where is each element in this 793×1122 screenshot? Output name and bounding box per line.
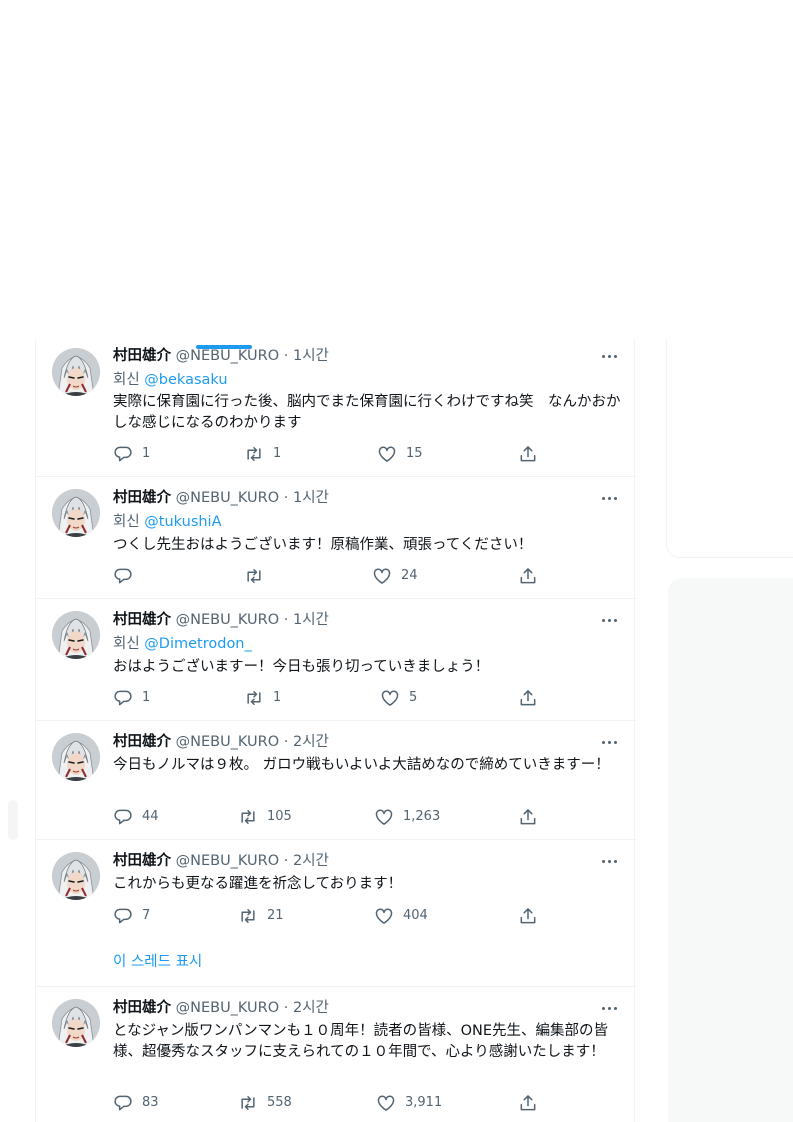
more-icon[interactable] (600, 732, 620, 752)
reply-count: 1 (142, 446, 151, 461)
more-icon[interactable] (600, 851, 620, 871)
separator-dot: · (283, 853, 289, 869)
avatar[interactable] (52, 999, 100, 1047)
reply-count: 1 (142, 690, 151, 705)
tweet-actions: 83 558 3,911 (113, 1093, 536, 1113)
retweet-count: 1 (273, 446, 282, 461)
avatar[interactable] (52, 489, 100, 537)
tweet-actions: 7 21 404 (113, 906, 536, 926)
tweet-actions: 1 1 15 (113, 444, 536, 464)
tweet-text: これからも更なる躍進を祈念しております！ (113, 876, 403, 892)
reply-mention-link[interactable]: @tukushiA (144, 514, 221, 530)
like-count: 1,263 (403, 809, 441, 824)
scroll-hint (8, 800, 18, 840)
author-handle[interactable]: @NEBU_KURO (176, 490, 280, 506)
show-thread-link[interactable]: 이 스레드 표시 (113, 952, 202, 972)
timeline: 村田雄介 @NEBU_KURO · 1시간 회신 @bekasaku 実際に保育… (35, 340, 636, 1122)
reply-count: 44 (142, 809, 159, 824)
reply-context: 회신 @tukushiA (113, 512, 620, 532)
tweet-header: 村田雄介 @NEBU_KURO · 2시간 (113, 851, 620, 871)
avatar[interactable] (52, 348, 100, 396)
reply-count: 83 (142, 1095, 159, 1110)
tweet-header: 村田雄介 @NEBU_KURO · 2시간 (113, 732, 620, 752)
tweet-time[interactable]: 2시간 (293, 734, 329, 750)
author-name[interactable]: 村田雄介 (113, 490, 171, 506)
tweet-time[interactable]: 1시간 (293, 348, 329, 364)
like-count: 404 (403, 908, 428, 923)
avatar[interactable] (52, 733, 100, 781)
author-handle[interactable]: @NEBU_KURO (176, 612, 280, 628)
like-count: 5 (409, 690, 418, 705)
author-name[interactable]: 村田雄介 (113, 1000, 171, 1016)
author-name[interactable]: 村田雄介 (113, 734, 171, 750)
tweet[interactable]: 村田雄介 @NEBU_KURO · 1시간 회신 @bekasaku 実際に保育… (36, 340, 636, 477)
reply-mention-link[interactable]: @bekasaku (144, 372, 227, 388)
separator-dot: · (283, 490, 289, 506)
author-handle[interactable]: @NEBU_KURO (176, 1000, 280, 1016)
tweet-header: 村田雄介 @NEBU_KURO · 2시간 (113, 998, 620, 1018)
author-name[interactable]: 村田雄介 (113, 612, 171, 628)
separator-dot: · (283, 612, 289, 628)
reply-label: 회신 (113, 636, 140, 652)
tweet-actions: 44 105 1,263 (113, 807, 536, 827)
like-count: 3,911 (405, 1095, 443, 1110)
retweet-count: 105 (267, 809, 292, 824)
sidebar-panel-top (666, 340, 793, 558)
avatar[interactable] (52, 611, 100, 659)
author-handle[interactable]: @NEBU_KURO (176, 734, 280, 750)
tweet[interactable]: 村田雄介 @NEBU_KURO · 2시간 となジャン版ワンパンマンも１０周年！… (36, 987, 636, 1122)
separator-dot: · (283, 734, 289, 750)
separator-dot: · (283, 1000, 289, 1016)
author-name[interactable]: 村田雄介 (113, 348, 171, 364)
tweet-header: 村田雄介 @NEBU_KURO · 1시간 (113, 346, 620, 366)
retweet-count: 21 (267, 908, 284, 923)
more-icon[interactable] (600, 998, 620, 1018)
tweet-text: となジャン版ワンパンマンも１０周年！読者の皆様、ONE先生、編集部の皆様、超優秀… (113, 1023, 608, 1060)
reply-context: 회신 @bekasaku (113, 370, 620, 390)
tweet-text: おはようございますー！今日も張り切っていきましょう！ (113, 659, 490, 675)
more-icon[interactable] (600, 610, 620, 630)
tweet-header: 村田雄介 @NEBU_KURO · 1시간 (113, 488, 620, 508)
separator-dot: · (283, 348, 289, 364)
more-icon[interactable] (600, 346, 620, 366)
reply-label: 회신 (113, 372, 140, 388)
tweet[interactable]: 村田雄介 @NEBU_KURO · 2시간 これからも更なる躍進を祈念しておりま… (36, 840, 636, 987)
tweet-time[interactable]: 1시간 (293, 612, 329, 628)
sidebar-panel-bottom (668, 578, 793, 1122)
tweet-actions: 1 1 5 (113, 688, 536, 708)
like-count: 15 (406, 446, 423, 461)
tweet-time[interactable]: 2시간 (293, 1000, 329, 1016)
like-count: 24 (401, 568, 418, 583)
tweet[interactable]: 村田雄介 @NEBU_KURO · 2시간 今日もノルマは９枚。 ガロウ戦もいよ… (36, 721, 636, 840)
tweet-text: 今日もノルマは９枚。 ガロウ戦もいよいよ大詰めなので締めていきますー！ (113, 757, 610, 773)
author-name[interactable]: 村田雄介 (113, 853, 171, 869)
more-icon[interactable] (600, 488, 620, 508)
tweet-actions: 24 (113, 566, 536, 586)
tweet-text: 実際に保育園に行った後、脳内でまた保育園に行くわけですね笑 なんかおかしな感じに… (113, 394, 621, 431)
retweet-count: 1 (273, 690, 282, 705)
reply-mention-link[interactable]: @Dimetrodon_ (144, 636, 251, 652)
reply-label: 회신 (113, 514, 140, 530)
tweet[interactable]: 村田雄介 @NEBU_KURO · 1시간 회신 @tukushiA つくし先生… (36, 477, 636, 599)
avatar[interactable] (52, 852, 100, 900)
reply-count: 7 (142, 908, 151, 923)
tweet[interactable]: 村田雄介 @NEBU_KURO · 1시간 회신 @Dimetrodon_ おは… (36, 599, 636, 721)
tweet-time[interactable]: 2시간 (293, 853, 329, 869)
tweet-text: つくし先生おはようございます！原稿作業、頑張ってください！ (113, 537, 533, 553)
tweet-time[interactable]: 1시간 (293, 490, 329, 506)
author-handle[interactable]: @NEBU_KURO (176, 853, 280, 869)
tweet-header: 村田雄介 @NEBU_KURO · 1시간 (113, 610, 620, 630)
reply-context: 회신 @Dimetrodon_ (113, 634, 620, 654)
author-handle[interactable]: @NEBU_KURO (176, 348, 280, 364)
retweet-count: 558 (267, 1095, 292, 1110)
